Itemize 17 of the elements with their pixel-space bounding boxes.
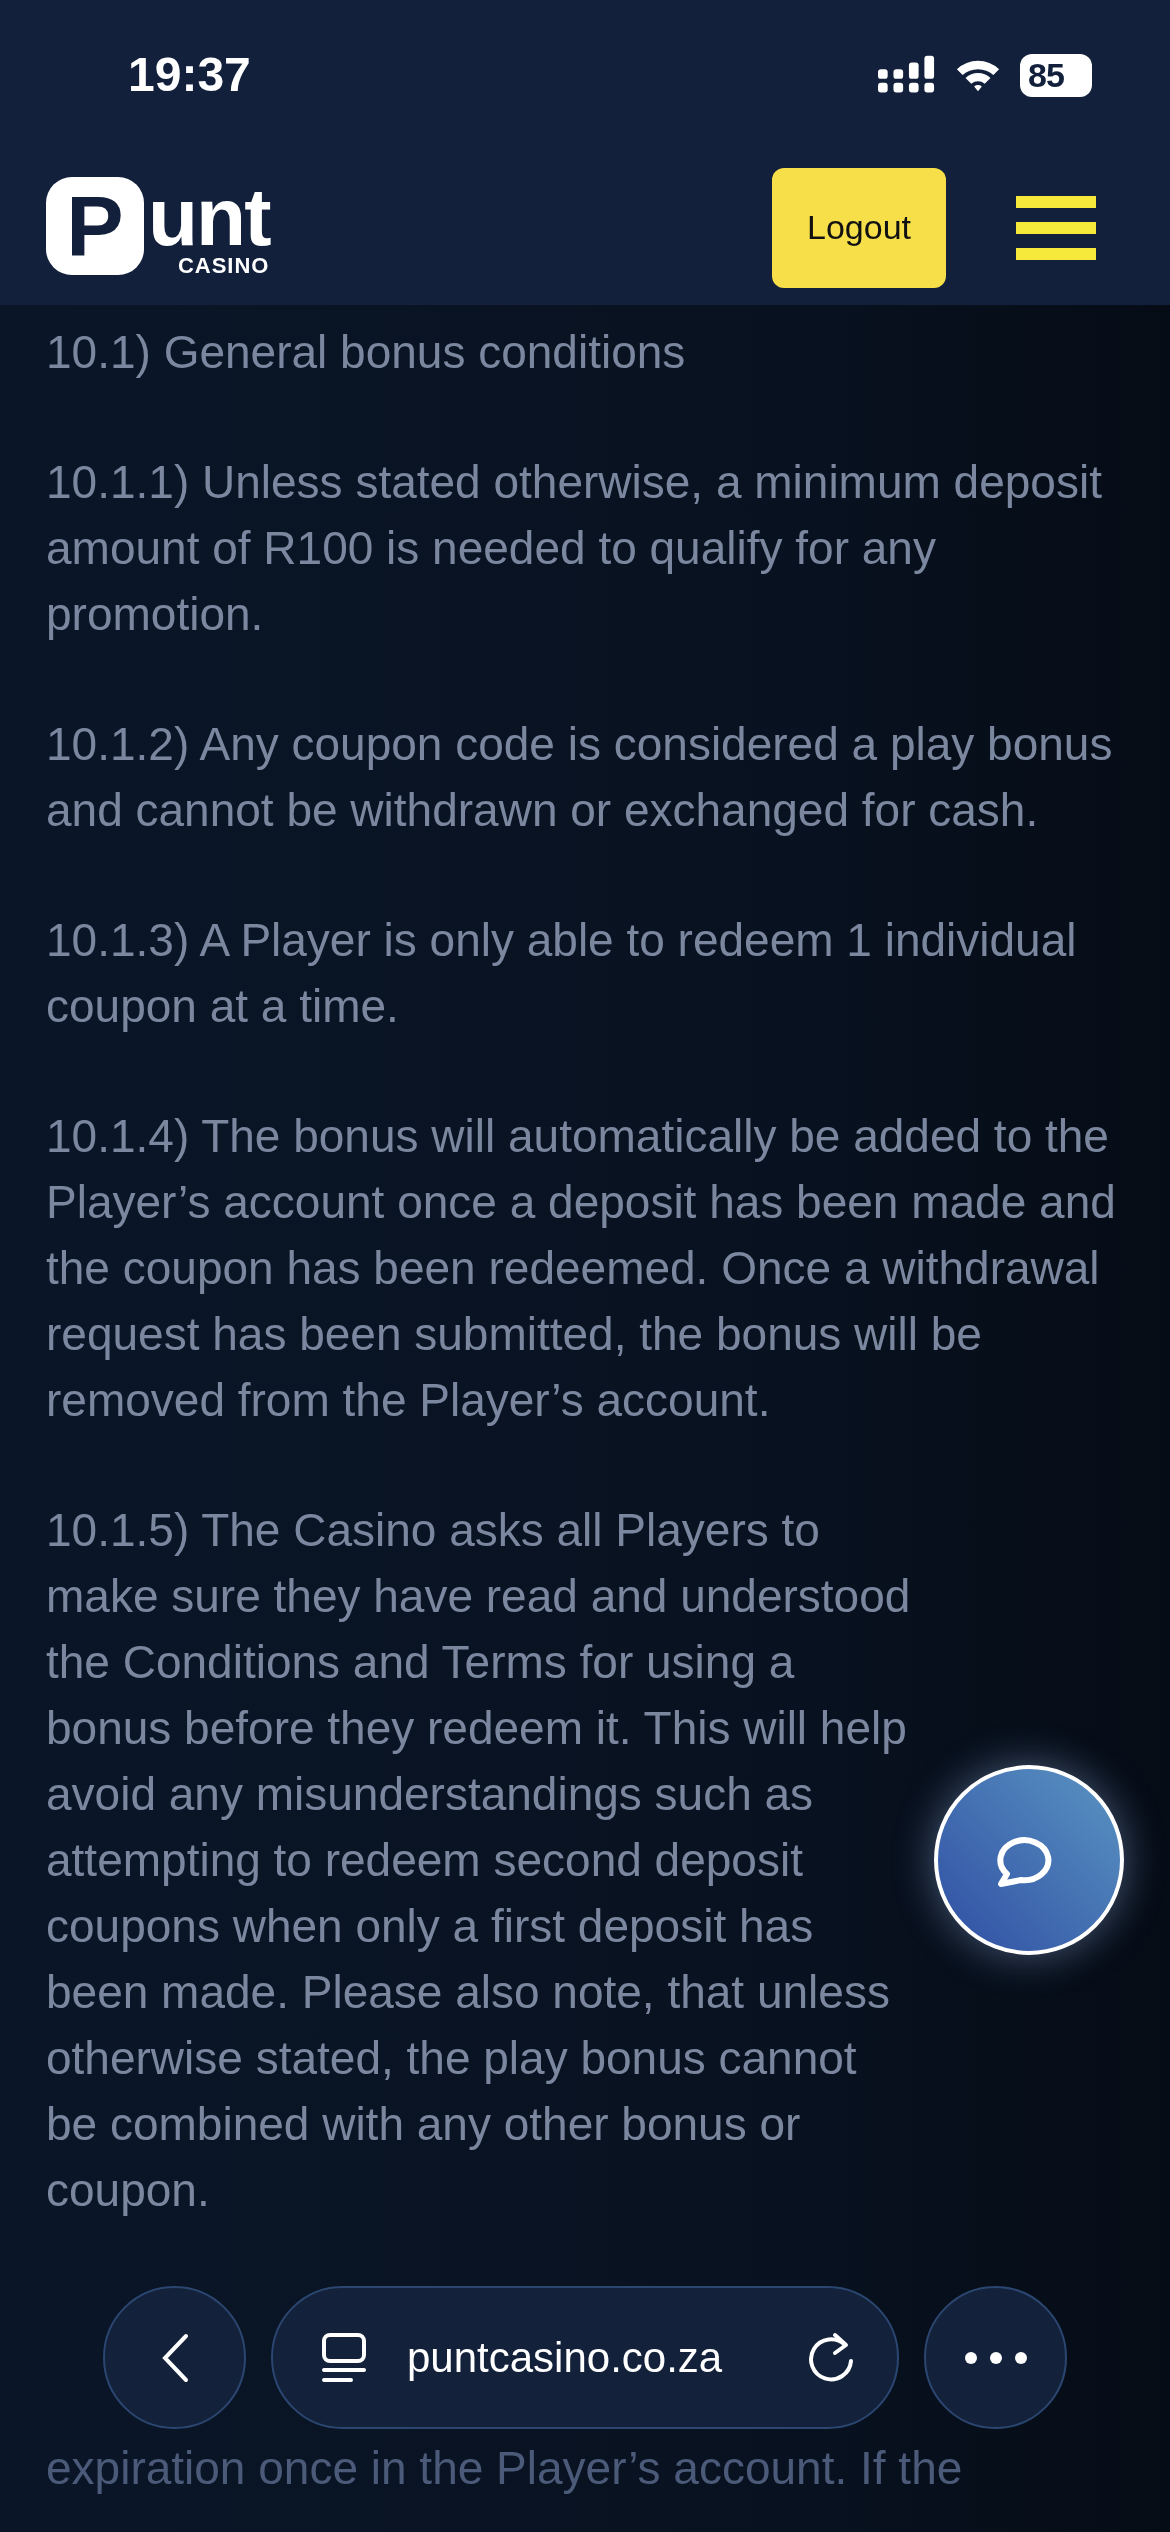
page-icon [321, 2331, 367, 2384]
terms-paragraph: 10.1.2) Any coupon code is considered a play bonus and cannot be withdrawn or exchanged for cash. [46, 717, 1114, 838]
more-icon [963, 2350, 1028, 2365]
url-text: puntcasino.co.za [407, 2333, 724, 2382]
terms-paragraph: 10.1.3) A Player is only able to redeem 1 individual coupon at a time. [46, 913, 1078, 1034]
terms-paragraph: 10.1.4) The bonus will automatically be added to the Player’s account once a deposit has been made and the coupon has been redeemed. Once a withdrawal request has been submitted, the bonus will be removed from the Player’s account. [46, 1109, 1117, 1428]
terms-paragraph: 10.1.1) Unless stated otherwise, a minimum deposit amount of R100 is needed to qualify for any promotion. [46, 455, 1103, 642]
terms-paragraph: 10.1) General bonus conditions [46, 325, 687, 380]
logo-mark: P [46, 176, 144, 275]
address-bar[interactable]: puntcasino.co.za [271, 2286, 899, 2429]
battery-level: 85 [1020, 53, 1092, 97]
status-time: 19:37 [128, 46, 251, 102]
terms-paragraph: expiration once in the Player’s account. If the [46, 2441, 964, 2496]
logout-button[interactable]: Logout [772, 167, 946, 288]
menu-icon[interactable] [1016, 195, 1096, 260]
signal-icon [878, 55, 936, 95]
terms-paragraph: 10.1.5) The Casino asks all Players to make sure they have read and understood the Conditions and Terms for using a bonus before they redeem it. This will help avoid any misunderstandings such as attempting to redeem second deposit coupons when only a first deposit has been made. Please also note, that unless otherwise stated, the play bonus cannot be combined with any other bonus or coupon. [46, 1503, 912, 2218]
